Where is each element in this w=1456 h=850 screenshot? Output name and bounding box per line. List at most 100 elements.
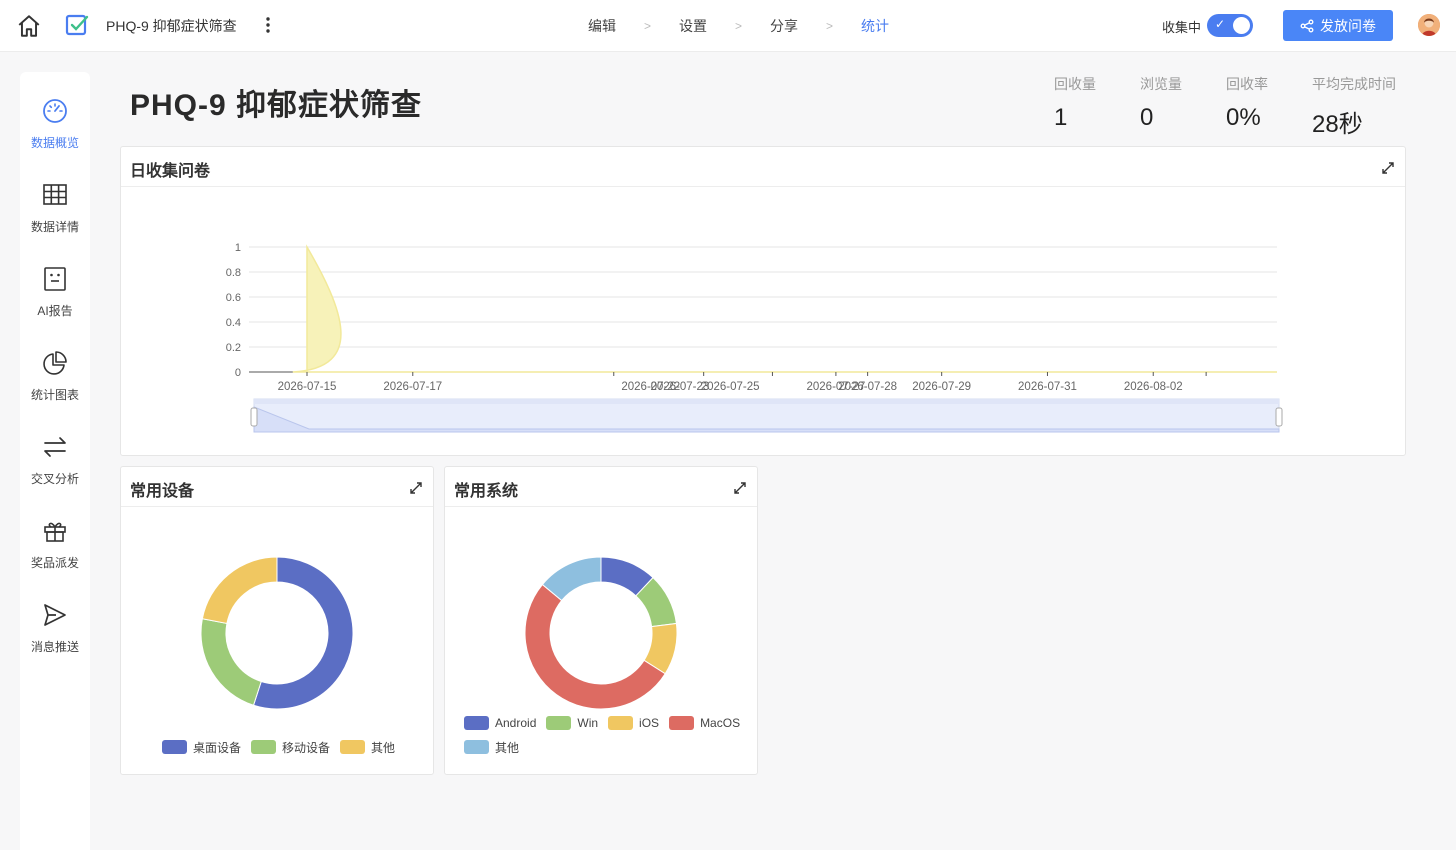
stat-responses: 回收量 1 [1054, 74, 1096, 132]
y-tick-label: 1 [235, 242, 241, 254]
x-tick-label: 2026-07-31 [1018, 381, 1077, 393]
share-icon [1300, 19, 1314, 32]
legend-item[interactable]: 其他 [340, 735, 395, 759]
card-header: 日收集问卷 [121, 147, 1405, 187]
systems-card: 常用系统 Android Win iOS MacOS 其他 [444, 466, 758, 775]
stat-value: 0% [1226, 104, 1261, 131]
devices-card: 常用设备 桌面设备 移动设备 其他 [120, 466, 434, 775]
sidebar-item-cross-analysis[interactable]: 交叉分析 [20, 434, 90, 487]
card-header: 常用设备 [121, 467, 433, 507]
legend-label: 移动设备 [282, 740, 331, 755]
step-edit[interactable]: 编辑 [588, 16, 616, 36]
sidebar-item-label: 数据详情 [30, 220, 79, 234]
devices-legend: 桌面设备 移动设备 其他 [162, 735, 422, 759]
swap-arrows-icon [44, 437, 66, 457]
systems-legend: Android Win iOS MacOS 其他 [464, 711, 754, 759]
card-title: 常用系统 [454, 483, 519, 500]
sidebar-item-details[interactable]: 数据详情 [20, 182, 90, 235]
legend-label: 其他 [495, 740, 520, 755]
x-tick-label: 2026-07-29 [912, 381, 971, 393]
x-tick-label: 2026-07-15 [278, 381, 337, 393]
chevron-right-icon: > [826, 19, 834, 33]
avatar-icon [1418, 14, 1440, 36]
expand-icon[interactable] [409, 481, 423, 495]
sidebar-item-ai-report[interactable]: AI报告 [20, 266, 90, 319]
legend-label: 其他 [371, 740, 396, 755]
card-body: 桌面设备 移动设备 其他 [121, 507, 433, 774]
pie-chart-icon [43, 351, 67, 375]
legend-swatch [464, 740, 489, 754]
step-settings[interactable]: 设置 [679, 16, 707, 36]
table-icon [43, 184, 67, 205]
daily-area-chart: 0 0.2 0.4 0.6 0.8 1 2026-07-15 2026-07-17 2026-0… [226, 242, 1283, 433]
stat-value: 28秒 [1312, 111, 1363, 138]
sidebar-item-prizes[interactable]: 奖品派发 [20, 518, 90, 571]
donut-slice [201, 556, 278, 625]
more-vertical-icon[interactable] [258, 13, 278, 37]
stat-label: 平均完成时间 [1312, 76, 1396, 92]
y-tick-label: 0.8 [226, 267, 241, 279]
step-share[interactable]: 分享 [770, 16, 798, 36]
y-tick-label: 0.4 [226, 317, 241, 329]
sidebar-item-label: 统计图表 [30, 388, 79, 402]
series-line [292, 244, 1277, 373]
legend-item[interactable]: 桌面设备 [162, 735, 241, 759]
zoom-handle-left [250, 407, 258, 427]
devices-donut-chart [200, 556, 354, 710]
expand-icon[interactable] [733, 481, 747, 495]
legend-item[interactable]: Android [464, 711, 536, 735]
stat-value: 0 [1140, 104, 1154, 131]
y-tick-label: 0.2 [226, 342, 241, 354]
legend-swatch [162, 740, 187, 754]
sidebar-item-label: AI报告 [37, 304, 73, 318]
publish-button[interactable]: 发放问卷 [1283, 10, 1393, 41]
sidebar-item-label: 消息推送 [30, 640, 79, 654]
user-avatar[interactable] [1418, 14, 1440, 36]
sidebar-item-push[interactable]: 消息推送 [20, 602, 90, 655]
sidebar-item-overview[interactable]: 数据概览 [20, 98, 90, 151]
card-body: 0 0.2 0.4 0.6 0.8 1 2026-07-15 2026-07-17 2026-0… [121, 187, 1405, 455]
ai-report-icon [44, 267, 66, 291]
chevron-right-icon: > [735, 19, 743, 33]
card-title: 日收集问卷 [130, 163, 211, 180]
x-tick-label: 2026-07-25 [701, 381, 760, 393]
legend-label: iOS [639, 716, 660, 730]
zoom-slider-bar [254, 399, 1279, 404]
x-tick-label: 2026-07-28 [838, 381, 897, 393]
step-statistics[interactable]: 统计 [861, 16, 889, 36]
stat-avg-time: 平均完成时间 28秒 [1312, 74, 1396, 139]
survey-title: PHQ-9 抑郁症状筛查 [106, 18, 237, 34]
dashboard-icon [43, 99, 67, 123]
sidebar-item-charts[interactable]: 统计图表 [20, 350, 90, 403]
step-nav: 编辑 > 设置 > 分享 > 统计 [588, 16, 889, 36]
stat-views: 浏览量 0 [1140, 74, 1182, 132]
legend-item[interactable]: iOS [608, 711, 659, 735]
donut-slice [200, 618, 262, 706]
legend-label: Android [495, 716, 537, 730]
gift-icon [44, 522, 66, 542]
daily-collection-card: 日收集问卷 0 0.2 0.4 0.6 0.8 1 2026-07-15 2026-07-17… [120, 146, 1406, 456]
legend-item[interactable]: MacOS [669, 711, 740, 735]
top-bar: PHQ-9 抑郁症状筛查 编辑 > 设置 > 分享 > 统计 收集中 ✓ 发放问… [0, 0, 1456, 52]
y-tick-label: 0.6 [226, 292, 241, 304]
stat-value: 1 [1054, 104, 1068, 131]
legend-swatch [340, 740, 366, 754]
stat-rate: 回收率 0% [1226, 74, 1268, 132]
series-area [292, 247, 1277, 372]
legend-label: Win [577, 716, 599, 730]
sidebar-item-label: 奖品派发 [30, 556, 79, 570]
legend-label: 桌面设备 [193, 740, 242, 755]
survey-logo-icon [65, 14, 89, 36]
legend-item[interactable]: 移动设备 [251, 735, 330, 759]
expand-icon[interactable] [1381, 161, 1395, 175]
legend-item[interactable]: Win [546, 711, 598, 735]
check-icon: ✓ [1215, 17, 1226, 31]
zoom-handle-right [1275, 407, 1283, 427]
sidebar: 数据概览 数据详情 AI报告 统计图表 交叉分析 奖品派发 消息推送 [20, 72, 90, 850]
home-icon[interactable] [16, 13, 42, 39]
legend-swatch [251, 740, 277, 754]
toggle-knob [1233, 17, 1250, 34]
legend-label: MacOS [700, 716, 741, 730]
legend-item[interactable]: 其他 [464, 735, 519, 759]
collect-toggle[interactable]: ✓ [1207, 14, 1253, 37]
